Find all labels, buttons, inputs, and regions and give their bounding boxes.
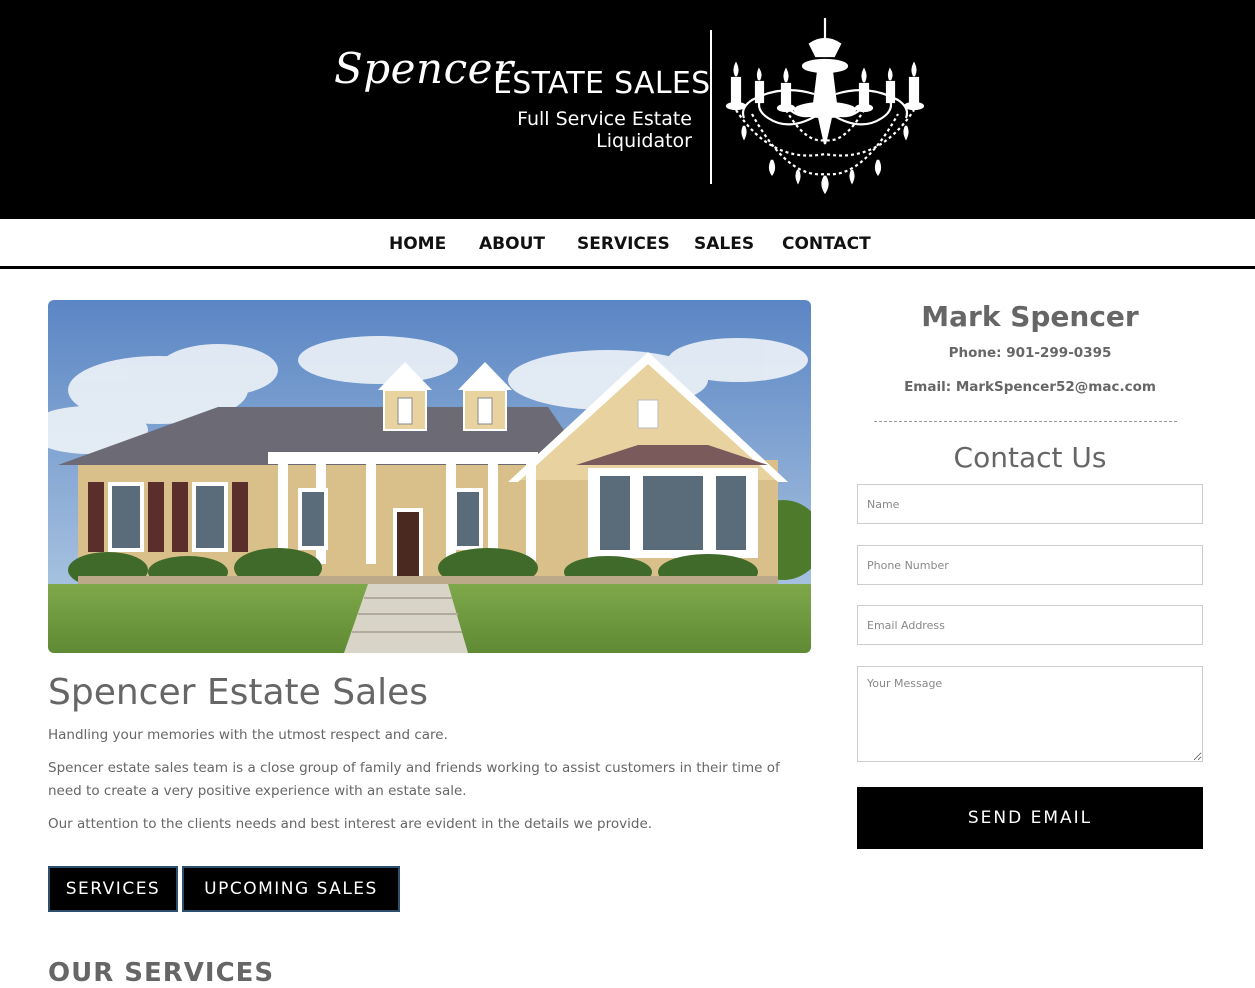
contact-phone[interactable]: Phone: 901-299-0395 <box>857 345 1203 361</box>
logo-divider <box>710 30 712 184</box>
site-header: Spencer ESTATE SALES Full Service Estate… <box>0 0 1255 219</box>
services-button[interactable]: SERVICES <box>48 866 178 912</box>
email-field[interactable] <box>857 605 1203 645</box>
contact-name: Mark Spencer <box>921 300 1139 333</box>
chandelier-logo-icon <box>725 18 925 195</box>
nav-sales[interactable]: SALES <box>694 234 754 254</box>
contact-form-title: Contact Us <box>953 441 1107 474</box>
message-field[interactable] <box>857 666 1203 762</box>
sidebar-divider <box>874 421 1177 422</box>
intro-text: Handling your memories with the utmost r… <box>48 727 448 743</box>
nav-home[interactable]: HOME <box>389 234 446 254</box>
upcoming-sales-button[interactable]: UPCOMING SALES <box>182 866 400 912</box>
phone-field[interactable] <box>857 545 1203 585</box>
contact-email[interactable]: Email: MarkSpencer52@mac.com <box>857 379 1203 395</box>
nav-services[interactable]: SERVICES <box>577 234 670 254</box>
logo-tagline: Full Service Estate Liquidator <box>517 108 692 152</box>
send-email-button[interactable]: SEND EMAIL <box>857 787 1203 849</box>
main-nav: HOME ABOUT SERVICES SALES CONTACT <box>0 219 1255 269</box>
body-text: Spencer estate sales team is a close gro… <box>48 760 780 799</box>
logo-script-text[interactable]: Spencer <box>334 44 514 93</box>
hero-house-image <box>48 300 811 653</box>
nav-about[interactable]: ABOUT <box>479 234 545 254</box>
nav-contact[interactable]: CONTACT <box>782 234 871 254</box>
our-services-heading: OUR SERVICES <box>48 958 275 988</box>
page-title: Spencer Estate Sales <box>48 672 429 713</box>
attention-text: Our attention to the clients needs and b… <box>48 816 653 832</box>
logo-caps-text[interactable]: ESTATE SALES <box>493 66 710 101</box>
name-field[interactable] <box>857 484 1203 524</box>
